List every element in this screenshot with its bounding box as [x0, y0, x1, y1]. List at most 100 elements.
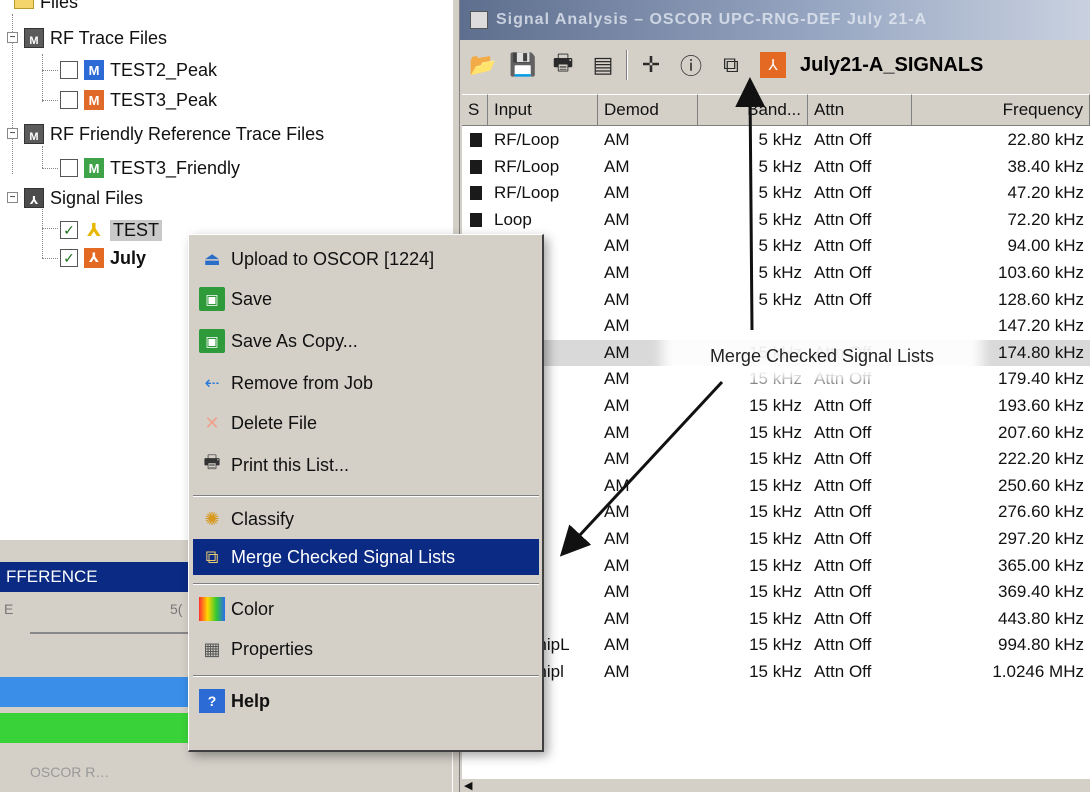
freq-cell: 297.20 kHz	[998, 529, 1084, 548]
column-header-bandwidth[interactable]: Band...	[698, 94, 808, 126]
menu-item-upload[interactable]: ⏏ Upload to OSCOR [1224]	[193, 241, 539, 277]
save-icon[interactable]: 💾	[506, 48, 540, 82]
menu-item-help[interactable]: ? Help	[193, 683, 539, 719]
menu-item-properties[interactable]: ▦ Properties	[193, 631, 539, 667]
attn-cell: Attn Off	[814, 183, 872, 203]
scroll-left-arrow-icon[interactable]: ◀	[464, 779, 472, 792]
menu-item-save-as-copy[interactable]: ▣ Save As Copy...	[193, 323, 539, 359]
table-row[interactable]: LoopAM15 kHzAttn Off250.60 kHz	[462, 473, 1090, 500]
column-header-status[interactable]: S	[462, 94, 488, 126]
tree-group-rf-trace[interactable]: M RF Trace Files	[24, 24, 167, 52]
table-row[interactable]: LoopAM5 kHzAttn Off103.60 kHz	[462, 260, 1090, 287]
menu-item-remove-from-job[interactable]: ⇠ Remove from Job	[193, 365, 539, 401]
tree-item-july-signals[interactable]: ✓ ⅄ July	[56, 244, 146, 272]
table-row[interactable]: RF/Loop AM 5 kHz Attn Off 22.80 kHz	[462, 127, 1090, 154]
menu-item-color[interactable]: Color	[193, 591, 539, 627]
tree-item-test-signals[interactable]: ✓ ⅄ TEST	[56, 216, 163, 244]
column-header-demod[interactable]: Demod	[598, 94, 698, 126]
band-cell: 15 kHz	[749, 502, 802, 522]
annotation-callout: Merge Checked Signal Lists	[672, 338, 972, 374]
band-cell: 15 kHz	[749, 555, 802, 575]
freq-cell: 369.40 kHz	[998, 582, 1084, 602]
table-row[interactable]: Loop AM 5 kHz Attn Off 72.20 kHz	[462, 207, 1090, 234]
menu-item-classify[interactable]: ✺ Classify	[193, 501, 539, 537]
freq-cell: 207.60 kHz	[998, 422, 1084, 442]
signal-list-icon: ⅄	[760, 52, 786, 78]
table-row[interactable]: RF/Loop AM 5 kHz Attn Off 47.20 kHz	[462, 180, 1090, 207]
table-row[interactable]: LoopAM15 kHzAttn Off207.60 kHz	[462, 420, 1090, 447]
flag-icon	[470, 159, 482, 174]
menu-item-label: Print this List...	[231, 454, 350, 475]
table-row[interactable]: LoopAM5 kHzAttn Off94.00 kHz	[462, 233, 1090, 260]
lower-row-right: 5(	[170, 601, 183, 617]
checkbox[interactable]	[60, 61, 78, 79]
tree-group-rf-friendly[interactable]: M RF Friendly Reference Trace Files	[24, 120, 324, 148]
band-cell: 5 kHz	[758, 156, 802, 176]
menu-item-label: Help	[231, 690, 271, 711]
tree-item-test2-peak[interactable]: M TEST2_Peak	[56, 56, 217, 84]
attn-cell: Attn Off	[814, 130, 872, 149]
demod-cell: AM	[604, 449, 630, 469]
menu-item-save[interactable]: ▣ Save	[193, 281, 539, 317]
table-row[interactable]: LoopAM15 kHzAttn Off276.60 kHz	[462, 499, 1090, 526]
band-cell: 15 kHz	[749, 635, 802, 655]
collapse-toggle[interactable]: −	[7, 128, 18, 139]
divider	[30, 632, 200, 634]
orange-signal-icon: ⅄	[84, 248, 104, 268]
menu-separator	[193, 495, 539, 497]
horizontal-scrollbar[interactable]: ◀	[460, 779, 1090, 792]
print-icon[interactable]: 🖶	[546, 48, 580, 82]
classify-icon[interactable]: ⓘ	[674, 48, 708, 82]
table-row[interactable]: LoopAM5 kHzAttn Off128.60 kHz	[462, 287, 1090, 314]
table-row[interactable]: LoopAM15 kHzAttn Off443.80 kHz	[462, 606, 1090, 633]
demod-cell: AM	[604, 529, 630, 548]
collapse-toggle[interactable]: −	[7, 192, 18, 203]
demod-cell: AM	[604, 582, 630, 602]
difference-header: FFERENCE	[0, 562, 200, 592]
column-header-input[interactable]: Input	[488, 94, 598, 126]
table-row[interactable]: LoopAM15 kHzAttn Off365.00 kHz	[462, 553, 1090, 580]
menu-item-print-list[interactable]: 🖶 Print this List...	[193, 447, 539, 483]
attn-cell: Attn Off	[814, 289, 872, 309]
band-cell: 5 kHz	[758, 183, 802, 203]
crosshair-icon[interactable]: ✛	[634, 48, 668, 82]
tree-item-test3-friendly[interactable]: M TEST3_Friendly	[56, 154, 240, 182]
tree-root-files[interactable]: Files	[14, 0, 78, 16]
tree-group-signal-files[interactable]: ⅄ Signal Files	[24, 184, 143, 212]
checkbox-checked[interactable]: ✓	[60, 221, 78, 239]
column-header-frequency[interactable]: Frequency	[912, 94, 1090, 126]
checkbox-checked[interactable]: ✓	[60, 249, 78, 267]
checkbox[interactable]	[60, 91, 78, 109]
tree-item-test3-peak[interactable]: M TEST3_Peak	[56, 86, 217, 114]
menu-item-label: Properties	[231, 638, 314, 659]
column-header-attn[interactable]: Attn	[808, 94, 912, 126]
open-folder-icon[interactable]: 📂	[466, 48, 500, 82]
table-row[interactable]: LoopAM15 kHzAttn Off193.60 kHz	[462, 393, 1090, 420]
collapse-toggle[interactable]: −	[7, 32, 18, 43]
table-row[interactable]: LoopAM15 kHzAttn Off369.40 kHz	[462, 579, 1090, 606]
table-row[interactable]: LoopAM15 kHzAttn Off222.20 kHz	[462, 446, 1090, 473]
merge-icon[interactable]: ⧉	[714, 48, 748, 82]
window-titlebar[interactable]: Signal Analysis – OSCOR UPC-RNG-DEF July…	[460, 0, 1090, 40]
save-icon: ▣	[199, 287, 225, 311]
demod-cell: AM	[604, 183, 630, 203]
signal-group-icon: ⅄	[24, 188, 44, 208]
list-view-icon[interactable]: ▤	[586, 48, 620, 82]
table-row[interactable]: RF/WhiplAM15 kHzAttn Off1.0246 MHz	[462, 659, 1090, 686]
demod-cell: AM	[604, 236, 630, 256]
lower-row-left: E	[4, 601, 14, 617]
menu-item-delete-file[interactable]: ✕ Delete File	[193, 405, 539, 441]
checkbox[interactable]	[60, 159, 78, 177]
tree-item-label: TEST2_Peak	[110, 59, 218, 80]
table-row[interactable]: RF/Loop AM 5 kHz Attn Off 38.40 kHz	[462, 154, 1090, 181]
freq-cell: 276.60 kHz	[998, 502, 1084, 522]
table-row[interactable]: RF/WhipLAM15 kHzAttn Off994.80 kHz	[462, 632, 1090, 659]
window-title: Signal Analysis – OSCOR UPC-RNG-DEF July…	[496, 11, 928, 28]
table-row[interactable]: LoopAM15 kHzAttn Off297.20 kHz	[462, 526, 1090, 553]
table-row[interactable]: LoopAM147.20 kHz	[462, 313, 1090, 340]
signal-table[interactable]: S Input Demod Band... Attn Frequency RF/…	[462, 94, 1090, 792]
menu-item-merge-checked[interactable]: ⧉ Merge Checked Signal Lists	[193, 539, 539, 575]
menu-item-label: Merge Checked Signal Lists	[231, 546, 456, 567]
demod-cell: AM	[604, 422, 630, 442]
band-cell: 15 kHz	[749, 475, 802, 495]
